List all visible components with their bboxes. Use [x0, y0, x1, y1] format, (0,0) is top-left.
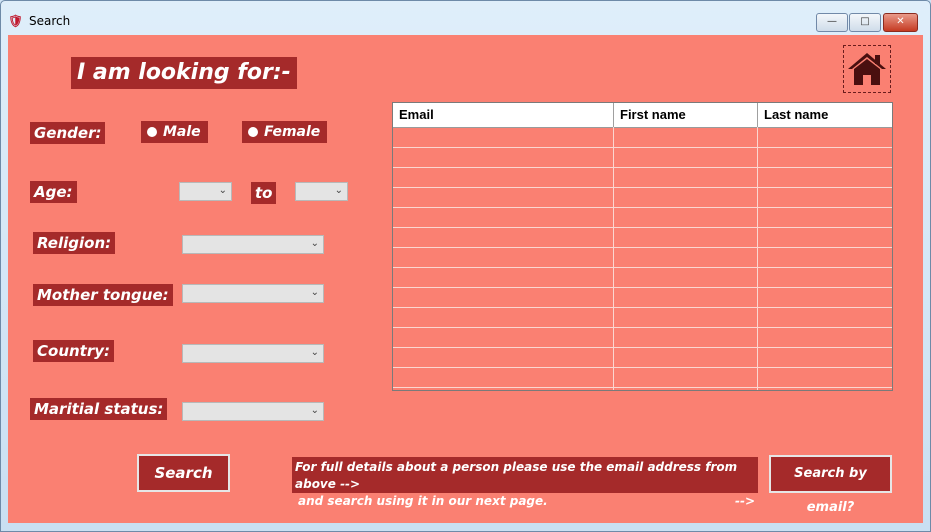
minimize-button[interactable]: — — [816, 13, 848, 32]
window-title: Search — [29, 14, 71, 28]
hint-line-2-text: and search using it in our next page. — [298, 494, 548, 508]
chevron-down-icon: ⌄ — [310, 238, 319, 249]
chevron-down-icon: ⌄ — [334, 185, 343, 196]
table-row[interactable] — [393, 347, 892, 348]
search-window: 🛡 Search — □ ✕ I am looking for:- Gender… — [0, 0, 931, 532]
chevron-down-icon: ⌄ — [310, 347, 319, 358]
table-row[interactable] — [393, 287, 892, 288]
age-label: Age: — [30, 181, 77, 203]
table-row[interactable] — [393, 247, 892, 248]
maximize-button[interactable]: □ — [849, 13, 881, 32]
chevron-down-icon: ⌄ — [218, 185, 227, 196]
female-option-label: Female — [264, 124, 321, 140]
column-header-last-name[interactable]: Last name — [758, 103, 892, 127]
column-header-first-name[interactable]: First name — [614, 103, 758, 127]
table-header: Email First name Last name — [393, 103, 892, 128]
chevron-down-icon: ⌄ — [310, 287, 319, 298]
results-table[interactable]: Email First name Last name — [392, 102, 893, 391]
male-option-label: Male — [163, 124, 201, 140]
search-button[interactable]: Search — [137, 454, 230, 492]
marital-status-label: Maritial status: — [30, 398, 168, 420]
column-header-email[interactable]: Email — [393, 103, 614, 127]
age-to-select[interactable]: ⌄ — [295, 182, 348, 201]
radio-circle-icon — [147, 127, 157, 137]
page-heading: I am looking for:- — [71, 57, 297, 89]
email-search-hint: For full details about a person please u… — [292, 457, 758, 508]
gender-label: Gender: — [30, 122, 106, 144]
table-row[interactable] — [393, 307, 892, 308]
gender-male-radio[interactable]: Male — [141, 121, 208, 143]
table-row[interactable] — [393, 387, 892, 388]
gender-female-radio[interactable]: Female — [242, 121, 328, 143]
country-label: Country: — [33, 340, 115, 362]
religion-label: Religion: — [33, 232, 116, 254]
table-row[interactable] — [393, 167, 892, 168]
table-row[interactable] — [393, 227, 892, 228]
table-row[interactable] — [393, 187, 892, 188]
table-row[interactable] — [393, 207, 892, 208]
table-row[interactable] — [393, 147, 892, 148]
radio-circle-icon — [248, 127, 258, 137]
mother-tongue-select[interactable]: ⌄ — [182, 284, 324, 303]
table-row[interactable] — [393, 327, 892, 328]
search-by-email-button[interactable]: Search by email? — [769, 455, 892, 515]
app-icon: 🛡 — [8, 14, 24, 28]
country-select[interactable]: ⌄ — [182, 344, 324, 363]
marital-status-select[interactable]: ⌄ — [182, 402, 324, 421]
table-row[interactable] — [393, 367, 892, 368]
home-button[interactable] — [843, 45, 891, 93]
hint-line-1: For full details about a person please u… — [295, 460, 738, 491]
hint-line-2: and search using it in our next page. --> — [295, 493, 755, 510]
mother-tongue-label: Mother tongue: — [33, 284, 173, 306]
close-button[interactable]: ✕ — [883, 13, 918, 32]
chevron-down-icon: ⌄ — [310, 405, 319, 416]
home-icon — [848, 53, 886, 85]
age-to-label: to — [251, 182, 277, 204]
table-row[interactable] — [393, 267, 892, 268]
age-from-select[interactable]: ⌄ — [179, 182, 232, 201]
religion-select[interactable]: ⌄ — [182, 235, 324, 254]
title-bar[interactable]: 🛡 Search — □ ✕ — [1, 1, 930, 33]
hint-arrow: --> — [734, 494, 755, 508]
search-form-panel: I am looking for:- Gender: Male Female A… — [8, 35, 923, 523]
